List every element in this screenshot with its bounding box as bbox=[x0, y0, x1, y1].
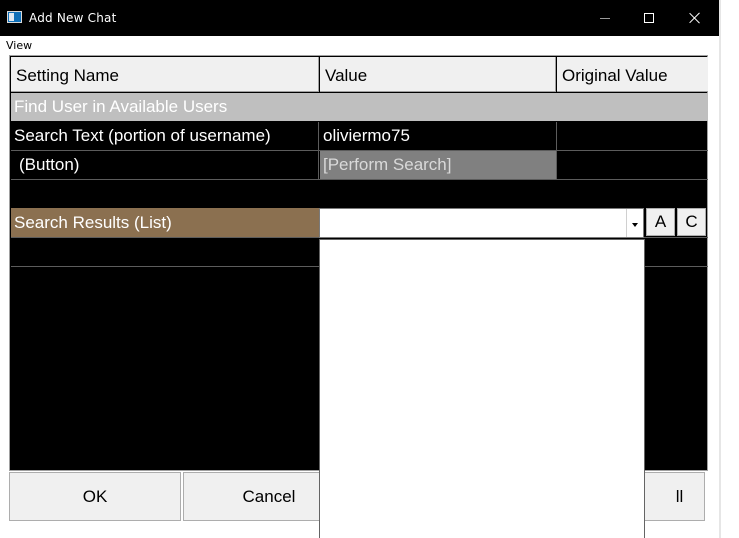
partially-hidden-button-label: ll bbox=[675, 486, 684, 506]
section-find-user: Find User in Available Users bbox=[11, 93, 708, 121]
column-header-setting-name[interactable]: Setting Name bbox=[11, 57, 319, 92]
search-results-dropdown[interactable] bbox=[319, 208, 644, 238]
window-shadow bbox=[719, 0, 721, 538]
perform-search-button[interactable]: [Perform Search] bbox=[320, 151, 557, 179]
search-text-original-value bbox=[558, 122, 708, 150]
menu-view[interactable]: View bbox=[6, 39, 32, 52]
app-icon bbox=[7, 11, 22, 23]
ok-button[interactable]: OK bbox=[9, 472, 181, 521]
table-row-button: (Button) [Perform Search] bbox=[11, 151, 708, 180]
button-row-label: (Button) bbox=[11, 151, 319, 179]
dropdown-arrow-button[interactable] bbox=[626, 209, 643, 237]
column-header-value[interactable]: Value bbox=[320, 57, 556, 92]
minimize-button[interactable] bbox=[582, 5, 628, 31]
search-text-label: Search Text (portion of username) bbox=[11, 122, 319, 150]
search-results-label: Search Results (List) bbox=[11, 208, 319, 237]
chevron-down-icon bbox=[632, 222, 638, 227]
menu-bar: View bbox=[0, 36, 719, 54]
c-button[interactable]: C bbox=[677, 208, 706, 236]
a-button[interactable]: A bbox=[646, 208, 675, 236]
minimize-icon bbox=[600, 17, 610, 19]
maximize-icon bbox=[644, 13, 654, 23]
table-row-search-text: Search Text (portion of username) olivie… bbox=[11, 122, 708, 151]
search-text-input[interactable]: oliviermo75 bbox=[320, 122, 557, 150]
search-results-list-popup[interactable] bbox=[319, 239, 645, 538]
column-header-original-value[interactable]: Original Value bbox=[557, 57, 708, 92]
window-title: Add New Chat bbox=[29, 11, 117, 25]
close-icon bbox=[689, 12, 701, 24]
close-button[interactable] bbox=[672, 5, 718, 31]
button-row-original-value bbox=[558, 151, 708, 179]
desktop-background bbox=[719, 0, 739, 538]
maximize-button[interactable] bbox=[626, 5, 672, 31]
title-bar[interactable]: Add New Chat bbox=[0, 0, 719, 36]
add-new-chat-window: Add New Chat View Setting Name Value Ori… bbox=[0, 0, 719, 538]
